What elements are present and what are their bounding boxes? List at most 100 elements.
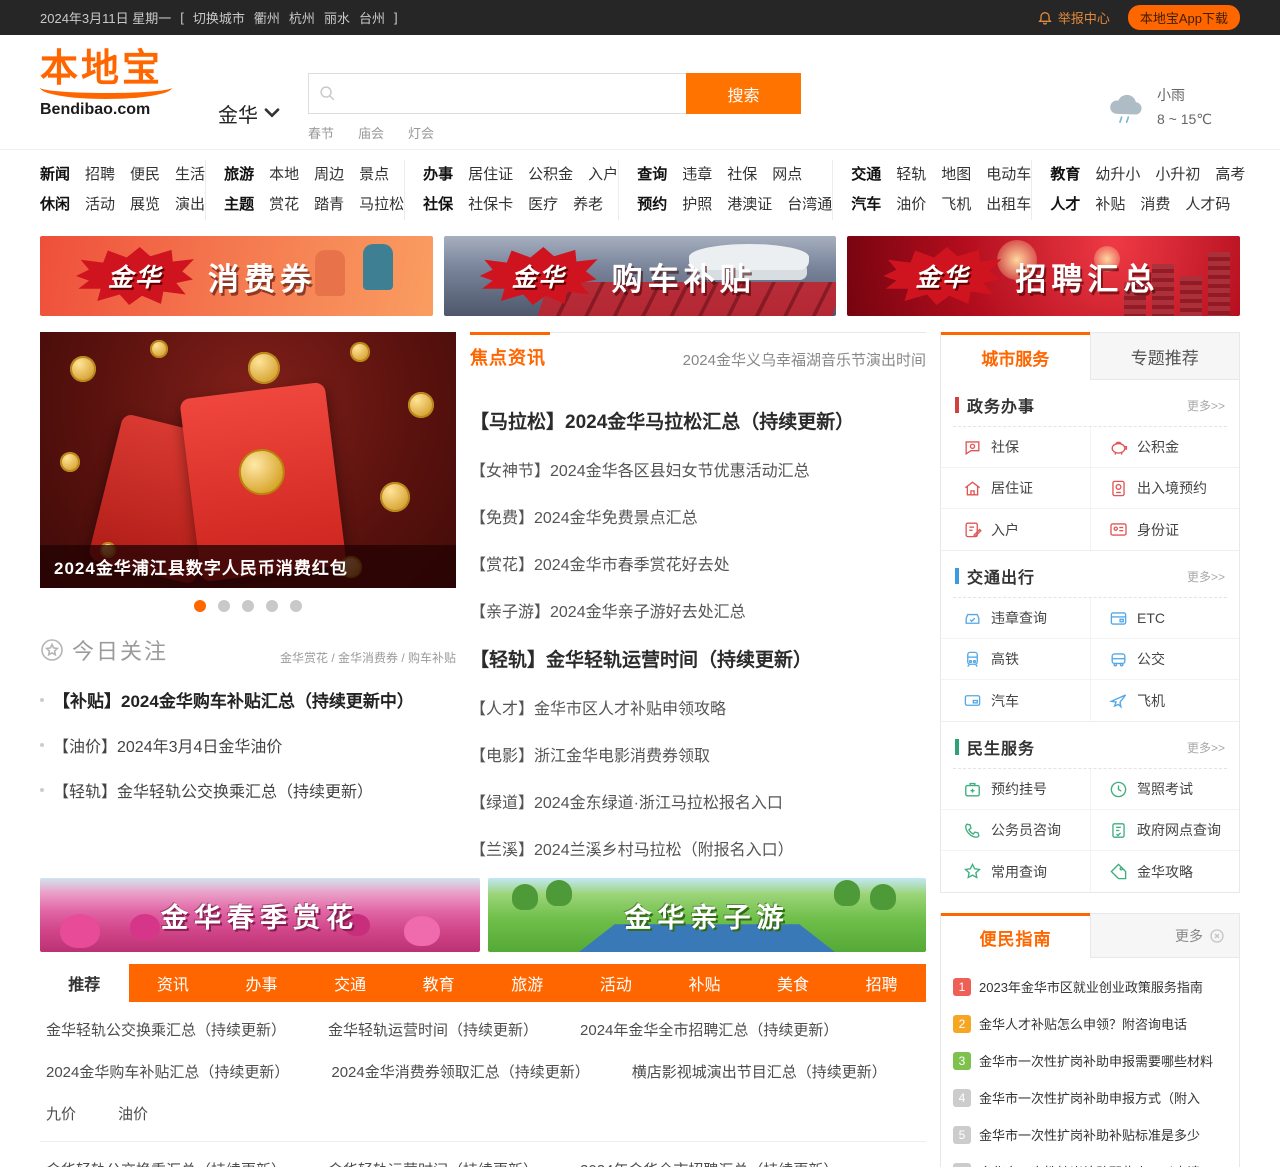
today-keywords[interactable]: 金华赏花 / 金华消费券 / 购车补贴 bbox=[280, 649, 456, 666]
city-link-quzhou[interactable]: 衢州 bbox=[254, 8, 280, 27]
bottom-link[interactable]: 九价 bbox=[46, 1103, 76, 1124]
service-shebao[interactable]: 社保 bbox=[941, 427, 1090, 468]
focus-item[interactable]: 【赏花】2024金华市春季赏花好去处 bbox=[470, 551, 926, 575]
nav-link[interactable]: 展览 bbox=[130, 190, 160, 220]
city-link-hangzhou[interactable]: 杭州 bbox=[289, 8, 315, 27]
focus-item[interactable]: 【女神节】2024金华各区县妇女节优惠活动汇总 bbox=[470, 457, 926, 481]
service-ruhu[interactable]: 入户 bbox=[941, 509, 1090, 550]
tab-affairs[interactable]: 办事 bbox=[217, 964, 306, 1002]
guide-item[interactable]: 3 金华市一次性扩岗补助申报需要哪些材料 bbox=[953, 1042, 1227, 1079]
nav-link[interactable]: 港澳证 bbox=[727, 190, 772, 220]
bottom-link[interactable]: 2024金华消费券领取汇总（持续更新） bbox=[331, 1061, 589, 1082]
nav-link[interactable]: 演出 bbox=[175, 190, 205, 220]
carousel-dot[interactable] bbox=[290, 600, 302, 612]
focus-item[interactable]: 【人才】金华市区人才补贴申领攻略 bbox=[470, 695, 926, 719]
tab-activity[interactable]: 活动 bbox=[572, 964, 661, 1002]
tab-traffic[interactable]: 交通 bbox=[306, 964, 395, 1002]
site-logo[interactable]: 本地宝 Bendibao.com bbox=[40, 48, 190, 149]
banner-consumer-coupon[interactable]: 金华 消费券 bbox=[40, 236, 433, 316]
banner-spring-flowers[interactable]: 金华春季赏花 bbox=[40, 878, 480, 952]
banner-family-trip[interactable]: 金华亲子游 bbox=[488, 878, 926, 952]
nav-link[interactable]: 网点 bbox=[772, 160, 802, 190]
service-wangdian[interactable]: 政府网点查询 bbox=[1090, 810, 1239, 851]
bottom-link[interactable]: 2024金华购车补贴汇总（持续更新） bbox=[46, 1061, 289, 1082]
nav-link[interactable]: 电动车 bbox=[986, 160, 1031, 190]
nav-head[interactable]: 查询 bbox=[637, 160, 667, 190]
weather-widget[interactable]: 小雨 8 ~ 15℃ bbox=[1105, 67, 1240, 149]
more-link[interactable]: 更多>> bbox=[1187, 397, 1225, 414]
nav-head[interactable]: 汽车 bbox=[851, 190, 881, 220]
service-weizhang[interactable]: 违章查询 bbox=[941, 598, 1090, 639]
nav-link[interactable]: 活动 bbox=[85, 190, 115, 220]
nav-link[interactable]: 出租车 bbox=[986, 190, 1031, 220]
nav-link[interactable]: 地图 bbox=[941, 160, 971, 190]
tab-recommend[interactable]: 推荐 bbox=[40, 964, 129, 1002]
service-guahao[interactable]: 预约挂号 bbox=[941, 769, 1090, 810]
tab-city-services[interactable]: 城市服务 bbox=[941, 332, 1090, 380]
search-input[interactable] bbox=[344, 85, 676, 102]
carousel-slide[interactable]: 2024金华浦江县数字人民币消费红包 bbox=[40, 332, 456, 588]
city-selector[interactable]: 金华 bbox=[218, 77, 280, 149]
nav-link[interactable]: 生活 bbox=[175, 160, 205, 190]
bottom-link[interactable]: 金华轻轨运营时间（持续更新） bbox=[328, 1159, 538, 1167]
service-gongjijin[interactable]: 公积金 bbox=[1090, 427, 1239, 468]
guide-item[interactable]: 5 金华市一次性扩岗补助补贴标准是多少 bbox=[953, 1116, 1227, 1153]
nav-link[interactable]: 便民 bbox=[130, 160, 160, 190]
nav-link[interactable]: 马拉松 bbox=[359, 190, 404, 220]
nav-link[interactable]: 小升初 bbox=[1155, 160, 1200, 190]
service-gonglue[interactable]: 金华攻略 bbox=[1090, 851, 1239, 892]
nav-link[interactable]: 景点 bbox=[359, 160, 389, 190]
focus-item[interactable]: 【电影】浙江金华电影消费券领取 bbox=[470, 742, 926, 766]
nav-link[interactable]: 护照 bbox=[682, 190, 712, 220]
today-item[interactable]: 【轻轨】金华轻轨公交换乘汇总（持续更新） bbox=[40, 778, 456, 802]
nav-link[interactable]: 本地 bbox=[269, 160, 299, 190]
service-changyong[interactable]: 常用查询 bbox=[941, 851, 1090, 892]
nav-link[interactable]: 养老 bbox=[573, 190, 603, 220]
nav-link[interactable]: 违章 bbox=[682, 160, 712, 190]
service-feiji[interactable]: 飞机 bbox=[1090, 680, 1239, 721]
hot-word-denghui[interactable]: 灯会 bbox=[408, 123, 434, 142]
tab-travel[interactable]: 旅游 bbox=[483, 964, 572, 1002]
service-gongwuyuan[interactable]: 公务员咨询 bbox=[941, 810, 1090, 851]
more-link[interactable]: 更多>> bbox=[1187, 739, 1225, 756]
nav-head[interactable]: 旅游 bbox=[224, 160, 254, 190]
nav-link[interactable]: 周边 bbox=[314, 160, 344, 190]
tab-subsidy[interactable]: 补贴 bbox=[660, 964, 749, 1002]
switch-city-link[interactable]: 切换城市 bbox=[193, 8, 245, 27]
nav-head[interactable]: 交通 bbox=[851, 160, 881, 190]
focus-item[interactable]: 【绿道】2024金东绿道·浙江马拉松报名入口 bbox=[470, 789, 926, 813]
focus-item[interactable]: 【马拉松】2024金华马拉松汇总（持续更新） bbox=[470, 407, 926, 434]
tab-news[interactable]: 资讯 bbox=[129, 964, 218, 1002]
hot-word-miaohui[interactable]: 庙会 bbox=[358, 123, 384, 142]
nav-link[interactable]: 飞机 bbox=[941, 190, 971, 220]
focus-item[interactable]: 【免费】2024金华免费景点汇总 bbox=[470, 504, 926, 528]
nav-link[interactable]: 医疗 bbox=[528, 190, 558, 220]
city-link-lishui[interactable]: 丽水 bbox=[324, 8, 350, 27]
nav-link[interactable]: 赏花 bbox=[269, 190, 299, 220]
carousel-dot[interactable] bbox=[242, 600, 254, 612]
bottom-link[interactable]: 金华轻轨运营时间（持续更新） bbox=[328, 1019, 538, 1040]
nav-link[interactable]: 人才码 bbox=[1185, 190, 1230, 220]
bottom-link[interactable]: 横店影视城演出节目汇总（持续更新） bbox=[632, 1061, 887, 1082]
nav-head[interactable]: 办事 bbox=[423, 160, 453, 190]
nav-link[interactable]: 幼升小 bbox=[1095, 160, 1140, 190]
service-juzhuzheng[interactable]: 居住证 bbox=[941, 468, 1090, 509]
nav-link[interactable]: 居住证 bbox=[468, 160, 513, 190]
tab-guide[interactable]: 便民指南 bbox=[941, 913, 1090, 958]
city-link-taizhou[interactable]: 台州 bbox=[359, 8, 385, 27]
nav-head[interactable]: 社保 bbox=[423, 190, 453, 220]
focus-item[interactable]: 【轻轨】金华轻轨运营时间（持续更新） bbox=[470, 645, 926, 672]
nav-link[interactable]: 社保 bbox=[727, 160, 757, 190]
nav-link[interactable]: 高考 bbox=[1215, 160, 1245, 190]
today-item[interactable]: 【补贴】2024金华购车补贴汇总（持续更新中） bbox=[40, 687, 456, 712]
tab-food[interactable]: 美食 bbox=[749, 964, 838, 1002]
tab-jobs[interactable]: 招聘 bbox=[837, 964, 926, 1002]
nav-link[interactable]: 消费 bbox=[1140, 190, 1170, 220]
banner-car-subsidy[interactable]: 金华 购车补贴 bbox=[443, 236, 837, 316]
bottom-link[interactable]: 金华轻轨公交换乘汇总（持续更新） bbox=[46, 1019, 286, 1040]
focus-item[interactable]: 【亲子游】2024金华亲子游好去处汇总 bbox=[470, 598, 926, 622]
guide-more-link[interactable]: 更多 bbox=[1090, 914, 1239, 958]
bottom-link[interactable]: 金华轻轨公交换乘汇总（持续更新） bbox=[46, 1159, 286, 1167]
nav-head[interactable]: 主题 bbox=[224, 190, 254, 220]
focus-headline-link[interactable]: 2024金华义乌幸福湖音乐节演出时间 bbox=[683, 339, 926, 370]
